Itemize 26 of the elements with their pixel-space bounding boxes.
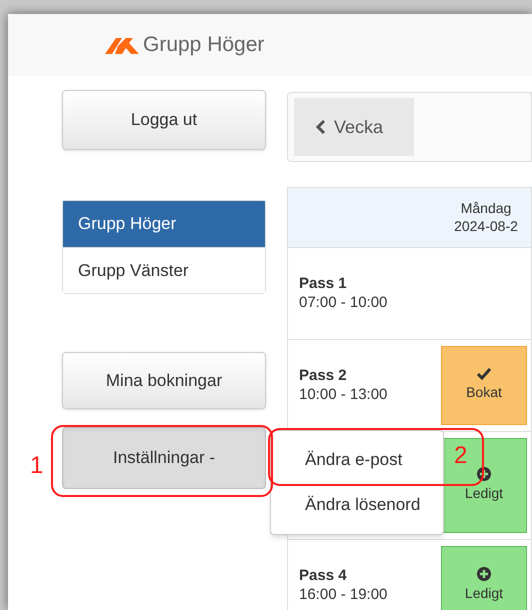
shift-name: Pass 2: [299, 366, 348, 386]
logout-button[interactable]: Logga ut: [62, 90, 266, 150]
settings-button[interactable]: Inställningar -: [62, 427, 266, 489]
day-date: 2024-08-2: [454, 218, 518, 235]
logo-icon: [105, 36, 139, 54]
menu-item[interactable]: Ändra lösenord: [271, 483, 443, 527]
previous-week-button[interactable]: Vecka: [294, 98, 414, 156]
shift-time: 07:00 - 10:00: [299, 294, 388, 312]
brand-name: Grupp Höger: [143, 32, 264, 58]
annotation-number: 2: [454, 444, 468, 468]
booked-slot[interactable]: Bokat: [441, 346, 527, 425]
chevron-left-icon: [316, 120, 326, 134]
checkmark-icon: [477, 368, 491, 380]
shift-time: 10:00 - 13:00: [299, 386, 388, 404]
shift-name: Pass 4: [299, 566, 348, 586]
plus-circle-icon: [477, 567, 491, 581]
group-item[interactable]: Grupp Höger: [63, 201, 265, 247]
free-slot[interactable]: Ledigt: [441, 546, 527, 610]
day-name: Måndag: [460, 200, 512, 218]
my-bookings-button[interactable]: Mina bokningar: [62, 352, 266, 409]
group-item[interactable]: Grupp Vänster: [63, 247, 265, 293]
plus-circle-icon: [477, 467, 491, 481]
menu-item[interactable]: Ändra e-post: [271, 438, 443, 482]
annotation-number: 1: [30, 454, 44, 478]
shift-name: Pass 1: [299, 274, 348, 294]
shift-time: 16:00 - 19:00: [299, 586, 388, 604]
